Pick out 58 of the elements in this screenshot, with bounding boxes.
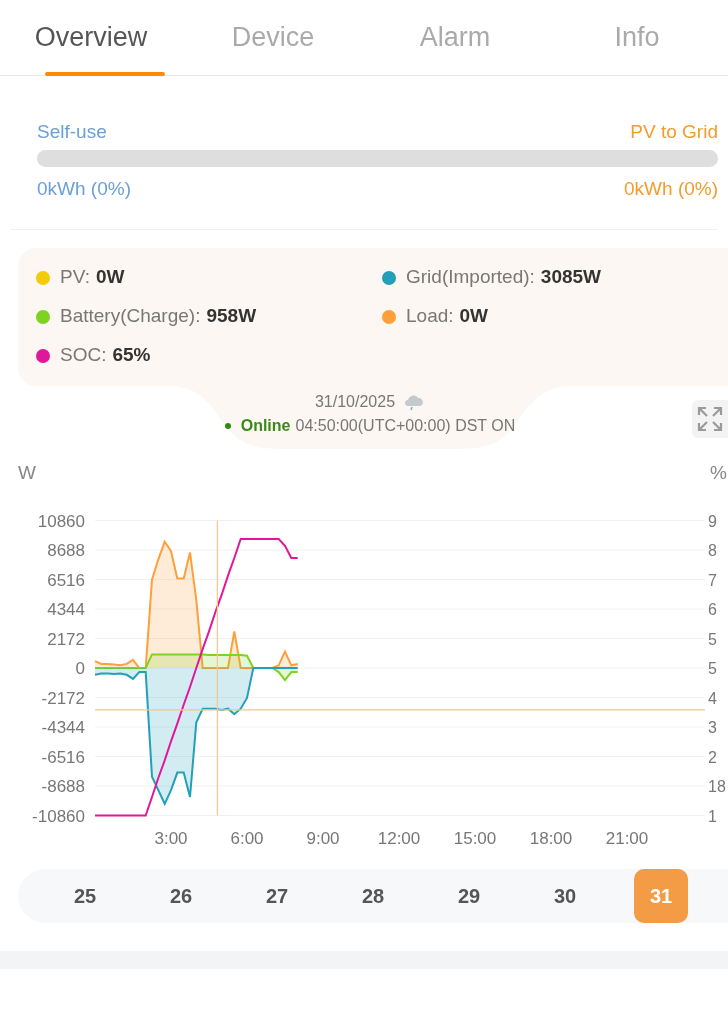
axis-unit: W <box>18 462 36 483</box>
axis-label: 15:00 <box>453 829 497 848</box>
axis-label: 5 <box>708 660 717 677</box>
legend-value: 0W <box>459 304 489 329</box>
tab[interactable]: Overview <box>0 0 182 75</box>
axis-label: 7 <box>708 571 717 589</box>
axis-label: 12:00 <box>377 829 421 848</box>
date-button[interactable]: 30 <box>538 869 592 923</box>
legend-value: 0W <box>95 265 125 290</box>
axis-label: 2172 <box>47 629 85 649</box>
self-use-value: 0kWh (0%) <box>37 177 131 199</box>
axis-label: 18:00 <box>529 829 573 848</box>
pv-to-grid-value: 0kWh (0%) <box>624 177 718 199</box>
axis-label: -2172 <box>41 688 85 708</box>
legend-label: SOC: <box>60 343 107 368</box>
legend-label: PV: <box>60 265 90 290</box>
axis-label: 8688 <box>47 541 85 560</box>
axis-label: 18 <box>708 778 726 795</box>
online-status: Online <box>240 416 291 436</box>
legend-value: 3085W <box>540 265 601 290</box>
axis-label: 0 <box>75 659 85 678</box>
cloud-rain-icon <box>403 393 426 411</box>
axis-label: 6516 <box>47 570 85 590</box>
date-button[interactable]: 29 <box>442 869 496 923</box>
axis-label: 9:00 <box>306 829 340 848</box>
axis-label: 6:00 <box>230 829 264 848</box>
axis-label: 2 <box>708 748 717 766</box>
axis-label: 5 <box>708 630 717 648</box>
axis-label: 1 <box>708 807 717 825</box>
legend-value: 65% <box>112 343 151 368</box>
date-button[interactable]: 26 <box>154 869 208 923</box>
axis-label: 6 <box>708 601 717 618</box>
expand-icon <box>696 405 724 433</box>
date-button[interactable]: 25 <box>58 869 112 923</box>
date-button[interactable]: 28 <box>346 869 400 923</box>
axis-label: 4344 <box>47 600 85 619</box>
axis-label: -4344 <box>41 718 85 737</box>
status-time: 04:50:00(UTC+00:00) DST ON <box>295 416 516 436</box>
axis-unit: % <box>710 462 727 483</box>
self-use-label: Self-use <box>37 120 107 142</box>
axis-label: 8 <box>708 542 717 559</box>
pv-to-grid-label: PV to Grid <box>630 120 718 142</box>
date-button[interactable]: 27 <box>250 869 304 923</box>
axis-label: 10860 <box>37 511 85 531</box>
date-text: 31/10/2025 <box>314 392 396 412</box>
axis-label: -8688 <box>41 777 85 796</box>
axis-label: -6516 <box>41 747 85 767</box>
legend-label: Battery(Charge): <box>60 304 201 329</box>
axis-label: 9 <box>708 512 717 530</box>
axis-label: -10860 <box>32 806 85 826</box>
axis-label: 21:00 <box>605 829 649 848</box>
axis-label: 4 <box>708 689 717 707</box>
expand-button[interactable] <box>692 400 728 438</box>
legend-label: Load: <box>406 304 454 329</box>
axis-label: 3 <box>708 719 717 736</box>
legend-label: Grid(Imported): <box>406 265 535 290</box>
axis-label: 3:00 <box>154 829 188 848</box>
legend-value: 958W <box>206 304 257 329</box>
